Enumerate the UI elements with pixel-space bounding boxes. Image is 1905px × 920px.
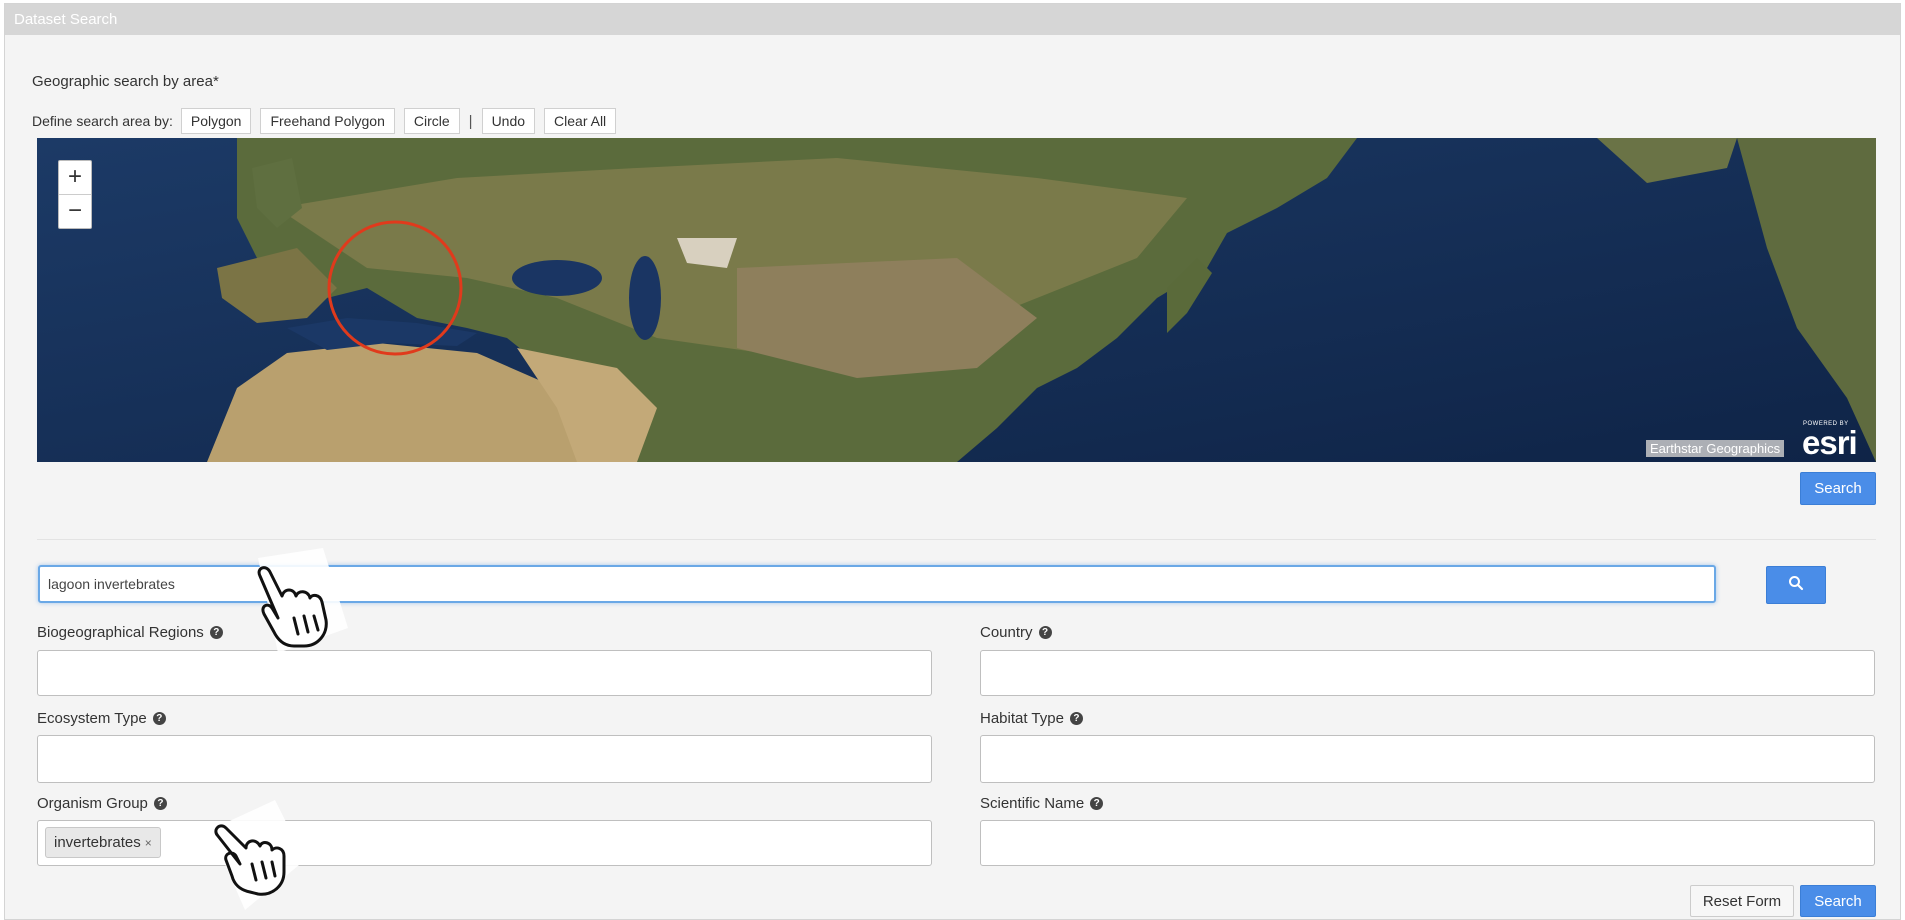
window-title: Dataset Search (5, 4, 1900, 35)
undo-button[interactable]: Undo (481, 108, 536, 134)
biogeo-regions-label: Biogeographical Regions ? (37, 624, 223, 641)
reset-form-button[interactable]: Reset Form (1690, 885, 1794, 917)
define-area-label: Define search area by: (32, 113, 173, 129)
help-icon[interactable]: ? (209, 626, 223, 639)
satellite-map[interactable] (37, 138, 1876, 462)
map-search-button[interactable]: Search (1800, 472, 1876, 505)
habitat-type-field[interactable] (980, 735, 1875, 783)
help-icon[interactable]: ? (1069, 712, 1083, 725)
habitat-type-label: Habitat Type ? (980, 710, 1083, 727)
scientific-name-field[interactable] (980, 820, 1875, 866)
help-icon[interactable]: ? (1090, 797, 1104, 810)
ecosystem-type-label-text: Ecosystem Type (37, 710, 147, 727)
help-icon[interactable]: ? (1038, 626, 1052, 639)
scientific-name-label-text: Scientific Name (980, 795, 1085, 812)
organism-group-label: Organism Group ? (37, 795, 167, 812)
country-field[interactable] (980, 650, 1875, 696)
organism-tag-label: invertebrates (54, 834, 141, 851)
toolbar-separator: | (468, 112, 473, 130)
organism-group-field[interactable]: invertebrates × (37, 820, 932, 866)
geographic-search-title: Geographic search by area* (32, 73, 219, 90)
zoom-out-button[interactable]: − (59, 194, 91, 228)
keyword-search-button[interactable] (1766, 566, 1826, 604)
zoom-in-button[interactable]: + (59, 161, 91, 194)
country-label-text: Country (980, 624, 1033, 641)
biogeo-regions-field[interactable] (37, 650, 932, 696)
help-icon[interactable]: ? (152, 712, 166, 725)
country-label: Country ? (980, 624, 1052, 641)
section-divider (37, 539, 1876, 540)
habitat-type-label-text: Habitat Type (980, 710, 1064, 727)
organism-group-label-text: Organism Group (37, 795, 148, 812)
ecosystem-type-label: Ecosystem Type ? (37, 710, 166, 727)
biogeo-regions-label-text: Biogeographical Regions (37, 624, 204, 641)
map-imagery (37, 138, 1876, 462)
hand-pointer-icon (210, 800, 305, 910)
form-search-button[interactable]: Search (1800, 885, 1876, 917)
remove-tag-icon[interactable]: × (145, 836, 152, 850)
scientific-name-label: Scientific Name ? (980, 795, 1104, 812)
esri-logo: esri (1802, 424, 1858, 461)
help-icon[interactable]: ? (153, 797, 167, 810)
map-attribution: Earthstar Geographics (1646, 440, 1785, 457)
map-zoom-control: + − (58, 160, 92, 229)
define-area-toolbar: Define search area by: Polygon Freehand … (32, 107, 625, 135)
search-icon (1788, 576, 1804, 595)
circle-button[interactable]: Circle (403, 108, 460, 134)
hand-pointer-icon (257, 548, 348, 653)
clear-all-button[interactable]: Clear All (544, 108, 617, 134)
polygon-button[interactable]: Polygon (180, 108, 252, 134)
ecosystem-type-field[interactable] (37, 735, 932, 783)
organism-tag: invertebrates × (45, 827, 161, 858)
freehand-polygon-button[interactable]: Freehand Polygon (260, 108, 395, 134)
